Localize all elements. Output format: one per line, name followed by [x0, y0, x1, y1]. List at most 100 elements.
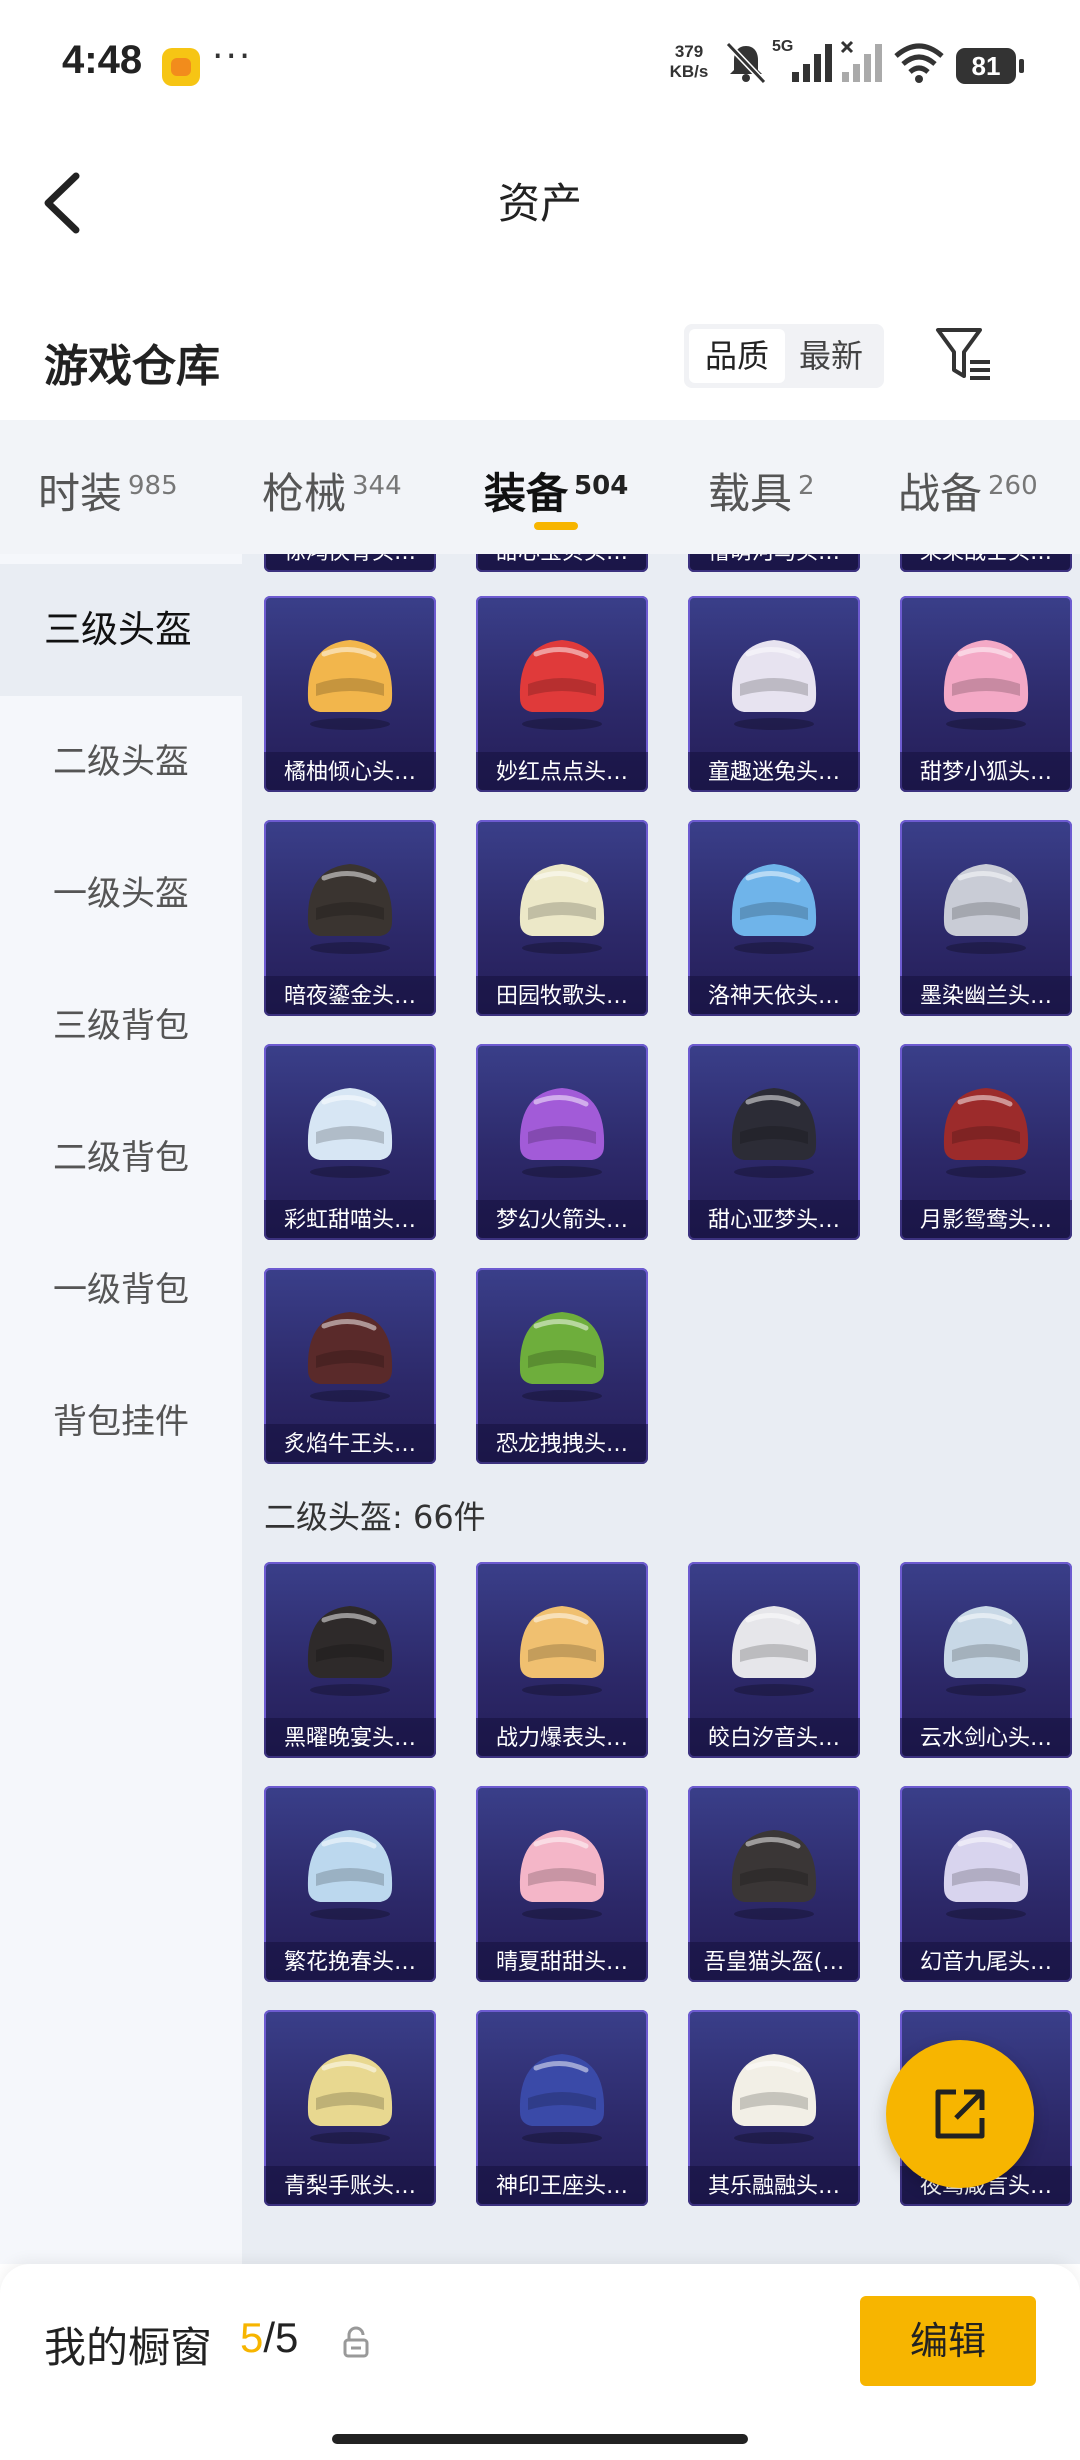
helmet-icon [519, 640, 605, 730]
helmet-icon [307, 1088, 393, 1178]
lock-icon [343, 2326, 369, 2358]
page-title: 资产 [497, 179, 582, 228]
helmet-icon [731, 2054, 817, 2144]
item-card[interactable]: 繁花挽春头… [264, 1786, 436, 1982]
item-name: 其乐融融头… [707, 2174, 840, 2199]
helmet-icon [307, 2054, 393, 2144]
item-card[interactable]: 黑曜晚宴头… [264, 1562, 436, 1758]
item-name: 晴夏甜甜头… [495, 1950, 628, 1975]
item-card[interactable]: 墨染幽兰头… [900, 820, 1072, 1016]
item-card[interactable]: 橘柚倾心头… [264, 596, 436, 792]
item-card[interactable]: 晴夏甜甜头… [476, 1786, 648, 1982]
tab-weapons[interactable]: 枪械 344 [262, 460, 402, 520]
home-indicator [332, 2434, 748, 2444]
helmet-icon [519, 1312, 605, 1402]
item-card[interactable]: 呆呆战士头… [900, 554, 1072, 572]
warehouse-header: 游戏仓库 品质 最新 [0, 290, 1080, 420]
helmet-icon [731, 1088, 817, 1178]
item-card[interactable]: 炙焰牛王头… [264, 1268, 436, 1464]
tab-vehicles[interactable]: 载具 2 [708, 460, 815, 520]
item-name: 繁花挽春头… [283, 1950, 416, 1975]
showcase-bar: 我的橱窗 5/5 编辑 [0, 2264, 1080, 2460]
sidebar-item-level2-helmet[interactable]: 二级头盔 [0, 696, 242, 828]
item-card[interactable]: 梦幻火箭头… [476, 1044, 648, 1240]
helmet-icon [519, 1830, 605, 1920]
helmet-icon [731, 640, 817, 730]
item-name: 神印王座头… [495, 2174, 628, 2199]
item-name: 童趣迷兔头… [707, 760, 840, 785]
signal-icon [792, 44, 832, 82]
helmet-icon [943, 864, 1029, 954]
helmet-icon [307, 864, 393, 954]
helmet-icon [519, 2054, 605, 2144]
item-name: 惊鸿侠骨头… [264, 554, 436, 566]
sidebar-item-level3-backpack[interactable]: 三级背包 [0, 960, 242, 1092]
helmet-icon [307, 640, 393, 730]
share-icon [935, 2089, 985, 2139]
sidebar-item-level3-helmet[interactable]: 三级头盔 [0, 564, 242, 696]
item-name: 彩虹甜喵头… [283, 1208, 416, 1233]
category-tabs: 时装 985 枪械 344 装备 504 载具 2 战备 260 [0, 420, 1080, 554]
item-name: 甜心亚梦头… [707, 1208, 840, 1233]
tab-fashion[interactable]: 时装 985 [38, 460, 178, 520]
item-card[interactable]: 洛神天依头… [688, 820, 860, 1016]
battery-indicator: 81 [956, 48, 1024, 84]
sidebar-item-backpack-charm[interactable]: 背包挂件 [0, 1356, 242, 1488]
item-card[interactable]: 田园牧歌头… [476, 820, 648, 1016]
sidebar-item-level1-backpack[interactable]: 一级背包 [0, 1224, 242, 1356]
showcase-label: 我的橱窗 [44, 2323, 213, 2372]
item-name: 战力爆表头… [495, 1726, 628, 1751]
nav-bar: 资产 [0, 130, 1080, 270]
item-grid: 惊鸿侠骨头… 甜心宝贝头… 懵萌河马头… 呆呆战士头… 橘柚倾心头… 妙红点点头… 童趣迷兔… [242, 554, 1080, 2264]
item-card[interactable]: 其乐融融头… [688, 2010, 860, 2206]
item-name: 青梨手账头… [283, 2174, 416, 2199]
more-notifications-icon: ··· [212, 36, 253, 77]
item-name: 恐龙拽拽头… [495, 1432, 628, 1457]
sort-toggle: 品质 最新 [684, 324, 884, 388]
item-card[interactable]: 月影鸳鸯头… [900, 1044, 1072, 1240]
item-card[interactable]: 战力爆表头… [476, 1562, 648, 1758]
filter-icon[interactable] [934, 324, 994, 384]
item-name: 墨染幽兰头… [919, 984, 1052, 1009]
item-card[interactable]: 青梨手账头… [264, 2010, 436, 2206]
sidebar-item-level1-helmet[interactable]: 一级头盔 [0, 828, 242, 960]
item-card[interactable]: 甜梦小狐头… [900, 596, 1072, 792]
item-card[interactable]: 神印王座头… [476, 2010, 648, 2206]
item-card[interactable]: 惊鸿侠骨头… [264, 554, 436, 572]
item-name: 甜梦小狐头… [919, 760, 1052, 785]
item-card[interactable]: 暗夜鎏金头… [264, 820, 436, 1016]
active-tab-indicator [534, 522, 578, 530]
item-name: 黑曜晚宴头… [283, 1726, 416, 1751]
item-card[interactable]: 彩虹甜喵头… [264, 1044, 436, 1240]
sidebar: 三级头盔 二级头盔 一级头盔 三级背包 二级背包 一级背包 背包挂件 [0, 554, 242, 2264]
tab-supplies[interactable]: 战备 260 [898, 460, 1038, 520]
item-card[interactable]: 吾皇猫头盔(… [688, 1786, 860, 1982]
item-card[interactable]: 皎白汐音头… [688, 1562, 860, 1758]
edit-button[interactable]: 编辑 [860, 2296, 1036, 2386]
sidebar-item-level2-backpack[interactable]: 二级背包 [0, 1092, 242, 1224]
share-button[interactable] [886, 2040, 1034, 2188]
item-name: 炙焰牛王头… [283, 1432, 416, 1457]
item-card[interactable]: 童趣迷兔头… [688, 596, 860, 792]
item-name: 洛神天依头… [707, 984, 840, 1009]
section-label-level2: 二级头盔: 66件 [264, 1498, 486, 1536]
item-card[interactable]: 幻音九尾头… [900, 1786, 1072, 1982]
helmet-icon [731, 1606, 817, 1696]
helmet-icon [731, 1830, 817, 1920]
sort-option-quality[interactable]: 品质 [689, 329, 785, 383]
item-card[interactable]: 甜心亚梦头… [688, 1044, 860, 1240]
helmet-icon [519, 1088, 605, 1178]
status-time: 4:48 [62, 38, 143, 82]
item-name: 幻音九尾头… [919, 1950, 1052, 1975]
tab-equipment[interactable]: 装备 504 [484, 460, 628, 520]
item-card[interactable]: 懵萌河马头… [688, 554, 860, 572]
item-card[interactable]: 甜心宝贝头… [476, 554, 648, 572]
helmet-icon [519, 864, 605, 954]
item-card[interactable]: 妙红点点头… [476, 596, 648, 792]
item-name: 田园牧歌头… [495, 984, 628, 1009]
sort-option-newest[interactable]: 最新 [783, 329, 879, 383]
item-card[interactable]: 恐龙拽拽头… [476, 1268, 648, 1464]
item-name: 吾皇猫头盔(… [703, 1950, 845, 1975]
item-name: 懵萌河马头… [688, 554, 860, 566]
item-card[interactable]: 云水剑心头… [900, 1562, 1072, 1758]
